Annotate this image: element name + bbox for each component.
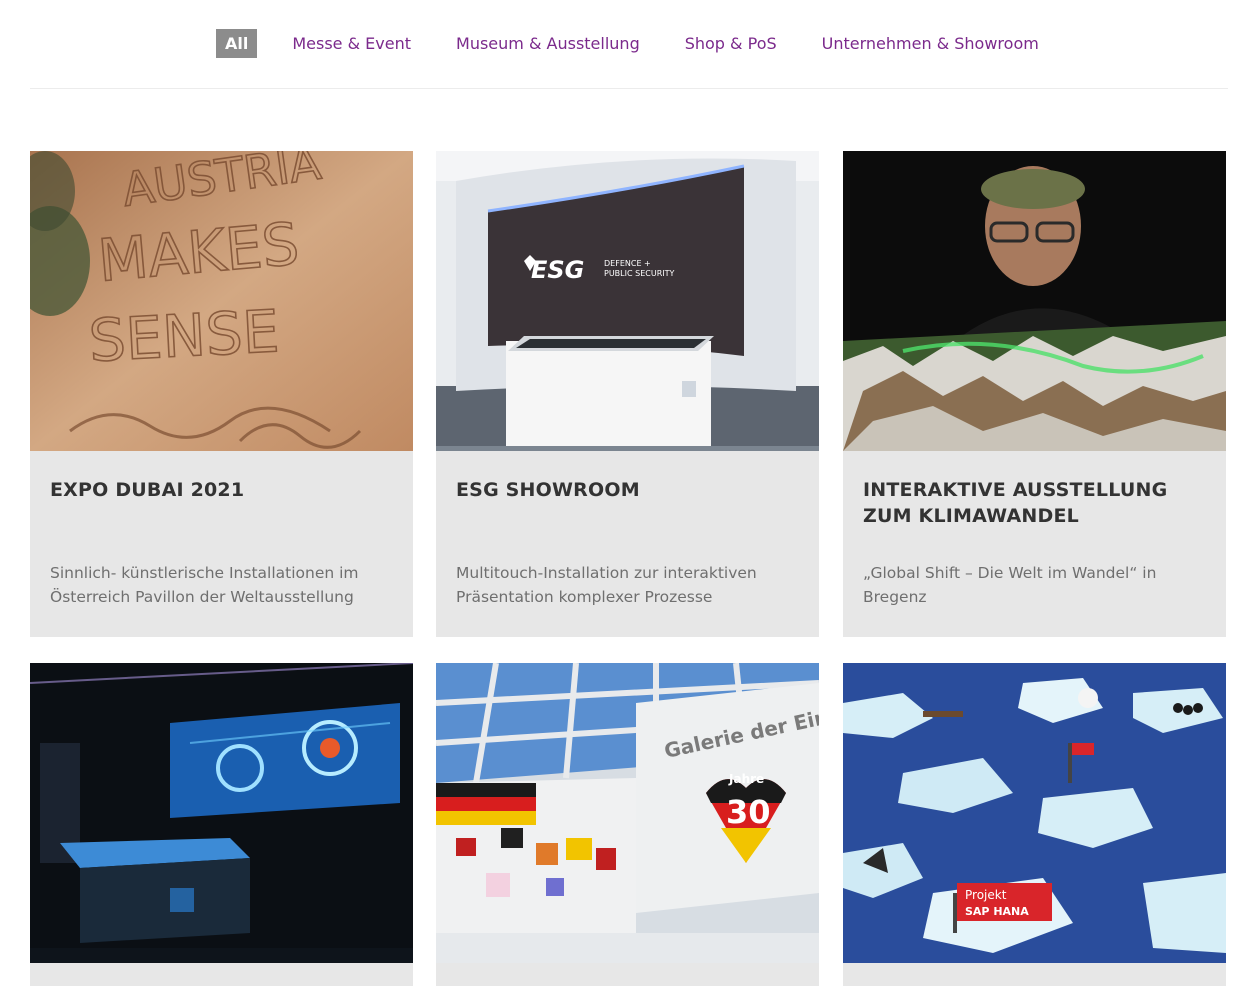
project-image-dark-showroom[interactable] [30,663,413,963]
image-text-30: 30 [726,793,771,831]
project-image-expo-dubai[interactable]: AUSTRIA MAKES SENSE [30,151,413,451]
project-image-sap-hana[interactable]: Projekt SAP HANA [843,663,1226,963]
portfolio-filter-bar: All Messe & Event Museum & Ausstellung S… [216,29,1039,58]
filter-messe-event[interactable]: Messe & Event [292,29,411,58]
project-description: „Global Shift – Die Welt im Wandel“ in B… [863,564,1157,606]
filter-unternehmen-showroom[interactable]: Unternehmen & Showroom [822,29,1039,58]
project-title: EXPO DUBAI 2021 [50,479,245,501]
project-card-galerie-der-einheit[interactable]: Galerie der Einh Jahre 30 [436,663,819,986]
image-text-jahre: Jahre [728,772,764,786]
project-image-klimawandel[interactable] [843,151,1226,451]
filter-museum-ausstellung[interactable]: Museum & Ausstellung [456,29,640,58]
image-text-sap-hana: SAP HANA [965,905,1029,918]
image-text-projekt: Projekt [965,888,1007,902]
image-text-public-security: PUBLIC SECURITY [604,269,674,278]
project-card-klimawandel[interactable]: INTERAKTIVE AUSSTELLUNG ZUM KLIMAWANDEL … [843,151,1226,637]
project-card-dark-showroom[interactable] [30,663,413,986]
image-text-sense: SENSE [87,297,281,375]
project-image-galerie-der-einheit[interactable]: Galerie der Einh Jahre 30 [436,663,819,963]
project-card-expo-dubai[interactable]: AUSTRIA MAKES SENSE EXPO DUBAI 2021 Sinn… [30,151,413,637]
project-description: Sinnlich- künstlerische Installationen i… [50,564,359,606]
filter-divider [30,88,1228,89]
filter-all[interactable]: All [216,29,258,58]
project-image-esg-showroom[interactable]: ESG DEFENCE + PUBLIC SECURITY [436,151,819,451]
image-text-defence: DEFENCE + [604,259,651,268]
filter-shop-pos[interactable]: Shop & PoS [685,29,777,58]
project-title: ESG SHOWROOM [456,479,640,501]
project-title: INTERAKTIVE AUSSTELLUNG ZUM KLIMAWANDEL [863,479,1168,527]
project-card-sap-hana[interactable]: Projekt SAP HANA [843,663,1226,986]
project-description: Multitouch-Installation zur interaktiven… [456,564,757,606]
project-card-esg-showroom[interactable]: ESG DEFENCE + PUBLIC SECURITY ESG SHOWRO… [436,151,819,637]
image-text-esg: ESG [531,256,584,284]
